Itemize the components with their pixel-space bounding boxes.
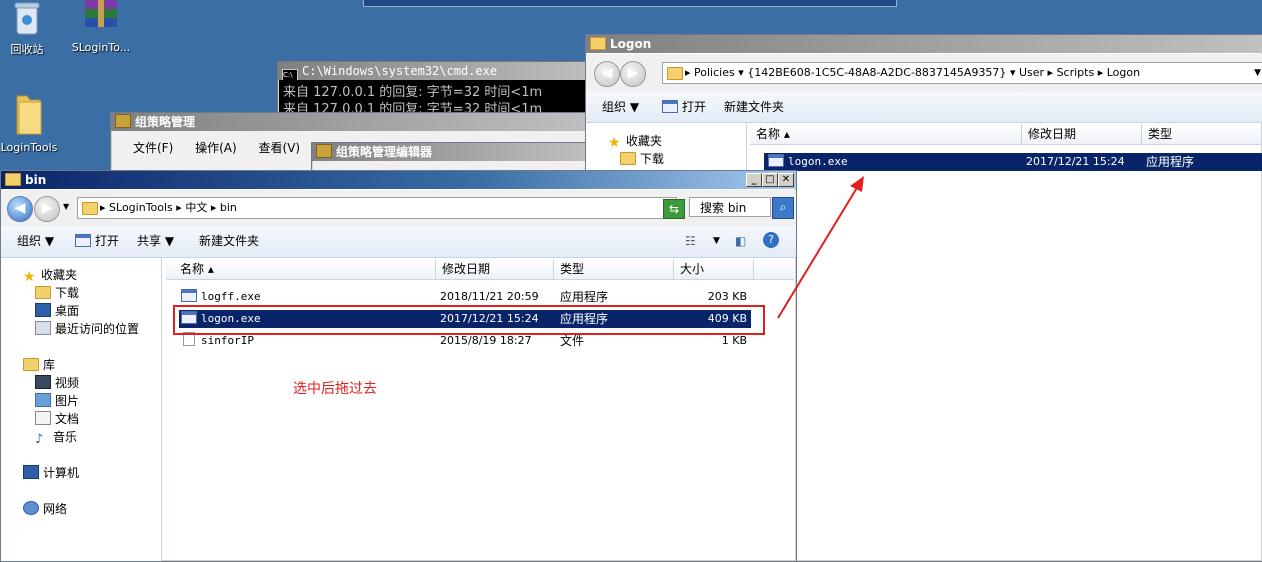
annotation-arrow-line [777, 185, 859, 319]
annotation-arrow-head [850, 176, 864, 192]
annotation-arrow [777, 176, 864, 319]
